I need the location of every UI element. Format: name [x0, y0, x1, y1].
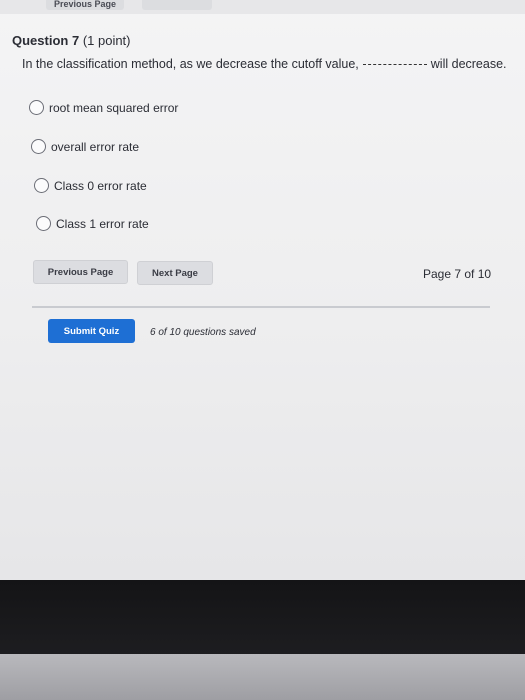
- option-class-0-error-rate[interactable]: Class 0 error rate: [34, 178, 147, 193]
- submit-quiz-button[interactable]: Submit Quiz: [48, 319, 135, 343]
- question-text-before: In the classification method, as we decr…: [22, 57, 359, 71]
- top-previous-page-label: Previous Page: [53, 0, 117, 9]
- laptop-bezel: [0, 580, 525, 654]
- page-indicator: Page 7 of 10: [423, 267, 492, 281]
- option-label: root mean squared error: [49, 100, 179, 115]
- radio-button[interactable]: [36, 216, 51, 231]
- question-text: In the classification method, as we decr…: [22, 57, 512, 71]
- next-page-button[interactable]: Next Page: [137, 261, 213, 285]
- submit-quiz-label: Submit Quiz: [63, 325, 120, 337]
- next-page-label: Next Page: [152, 267, 198, 279]
- previous-page-button[interactable]: Previous Page: [33, 260, 128, 284]
- radio-button[interactable]: [31, 139, 46, 154]
- previous-page-label: Previous Page: [47, 266, 114, 278]
- option-class-1-error-rate[interactable]: Class 1 error rate: [36, 216, 149, 231]
- radio-button[interactable]: [29, 100, 44, 115]
- option-root-mean-squared-error[interactable]: root mean squared error: [29, 100, 178, 115]
- radio-button[interactable]: [34, 178, 49, 193]
- question-title: Question 7 (1 point): [12, 33, 131, 48]
- top-previous-page-button[interactable]: Previous Page: [46, 0, 124, 10]
- option-label: overall error rate: [51, 139, 140, 154]
- option-label: Class 1 error rate: [56, 216, 149, 231]
- saved-status: 6 of 10 questions saved: [150, 327, 256, 338]
- question-number: Question 7: [12, 33, 80, 48]
- question-text-after: will decrease.: [430, 57, 507, 71]
- answer-blank: [362, 64, 427, 65]
- laptop-base: [0, 654, 525, 700]
- top-nav-strip: Previous Page: [0, 0, 525, 14]
- top-next-page-button[interactable]: [142, 0, 212, 10]
- divider: [32, 306, 490, 308]
- question-points: (1 point): [82, 33, 131, 48]
- option-overall-error-rate[interactable]: overall error rate: [31, 139, 139, 154]
- option-label: Class 0 error rate: [54, 178, 147, 193]
- quiz-screen: Previous Page Question 7 (1 point) In th…: [0, 0, 525, 580]
